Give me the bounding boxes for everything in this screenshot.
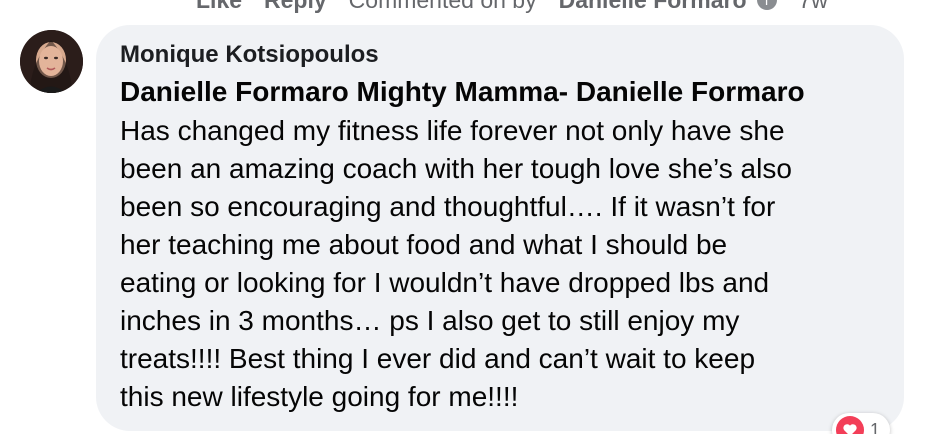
comment-text-line: this new lifestyle going for me!!!! <box>120 381 519 412</box>
comment-text-line: inches in 3 months… ps I also get to sti… <box>120 305 740 336</box>
reaction-summary[interactable]: 1 <box>832 413 891 434</box>
comment-text-line: Has changed my fitness life forever not … <box>120 115 785 146</box>
comment-text-line: been so encouraging and thoughtful…. If … <box>120 191 776 222</box>
avatar[interactable] <box>20 30 83 93</box>
mentioned-page-link[interactable]: Danielle Formaro Mighty Mamma- Danielle … <box>120 76 805 108</box>
comment-body: Has changed my fitness life forever not … <box>120 112 880 416</box>
info-icon[interactable]: i <box>756 0 777 10</box>
comment-text-line: eating or looking for I wouldn’t have dr… <box>120 267 770 298</box>
commenter-name-link[interactable]: Danielle Formaro <box>559 0 747 14</box>
commented-on-label: Commented on by <box>349 0 537 14</box>
timestamp[interactable]: 7w <box>799 0 828 14</box>
reply-button[interactable]: Reply <box>264 0 327 14</box>
previous-comment-actions: Like Reply Commented on by Danielle Form… <box>196 0 828 14</box>
heart-icon <box>836 416 864 434</box>
like-button[interactable]: Like <box>196 0 242 14</box>
comment-text-line: treats!!!! Best thing I ever did and can… <box>120 343 756 374</box>
comment-author-name[interactable]: Monique Kotsiopoulos <box>120 41 379 69</box>
comment-thread: Like Reply Commented on by Danielle Form… <box>0 0 934 434</box>
comment-text-line: been an amazing coach with her tough lov… <box>120 153 792 184</box>
comment-text-line: her teaching me about food and what I sh… <box>120 229 728 260</box>
reaction-count: 1 <box>870 419 881 434</box>
